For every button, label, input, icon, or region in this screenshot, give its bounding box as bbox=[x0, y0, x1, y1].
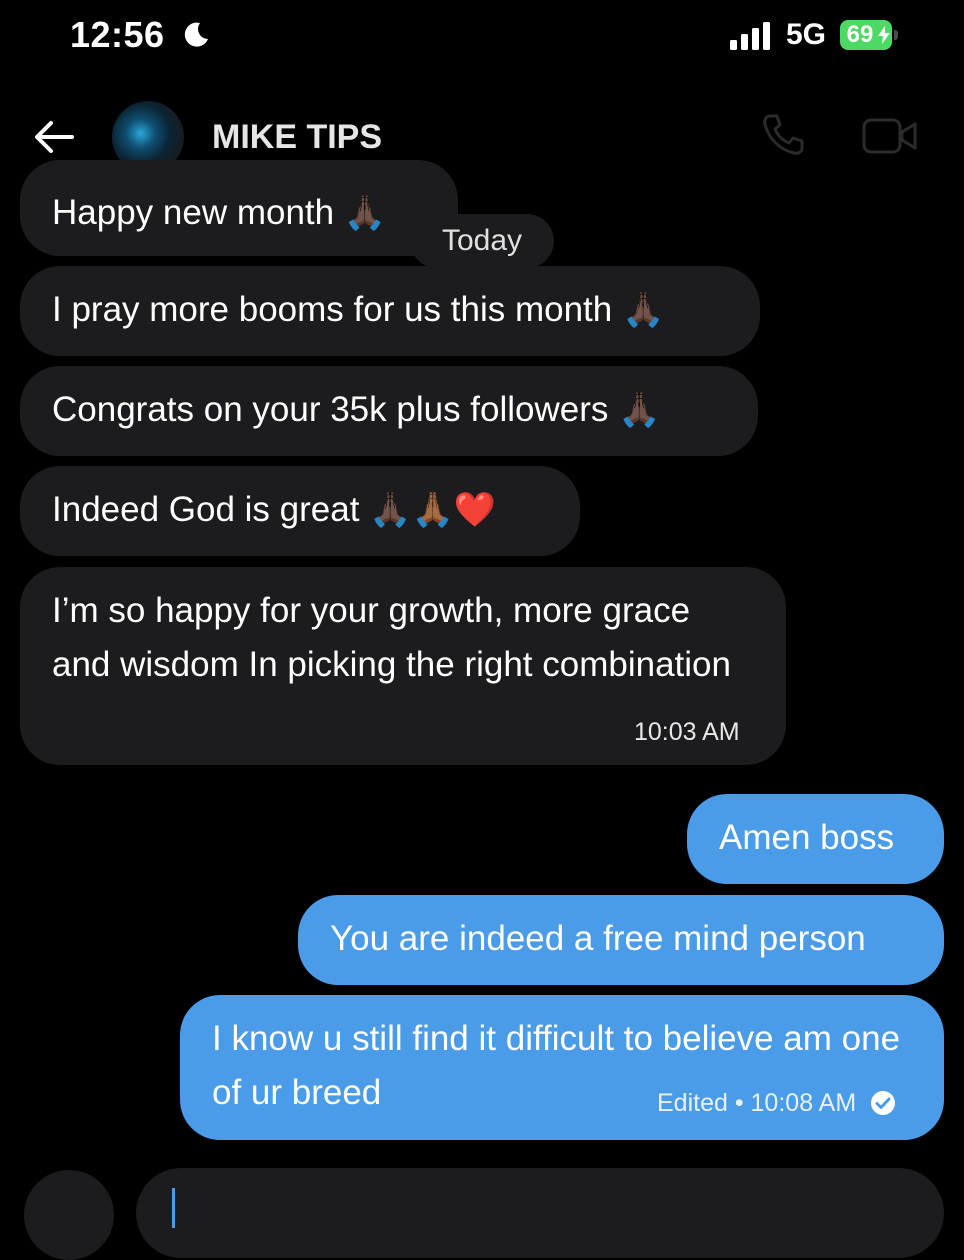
outgoing-message[interactable]: You are indeed a free mind person bbox=[298, 895, 944, 985]
video-call-icon[interactable] bbox=[862, 114, 918, 158]
message-timestamp: 10:03 AM bbox=[634, 718, 740, 746]
message-text: You are indeed a free mind person bbox=[330, 919, 866, 958]
incoming-message[interactable]: Congrats on your 35k plus followers 🙏🏿 bbox=[20, 366, 758, 456]
battery-tip bbox=[894, 30, 898, 40]
network-type: 5G bbox=[786, 18, 827, 51]
contact-name[interactable]: MIKE TIPS bbox=[212, 118, 382, 157]
outgoing-message[interactable]: I know u still find it difficult to beli… bbox=[180, 995, 944, 1140]
cellular-signal-icon bbox=[730, 22, 770, 50]
moon-icon bbox=[184, 22, 208, 47]
attach-button[interactable] bbox=[24, 1170, 114, 1260]
battery-indicator: 69 bbox=[840, 20, 898, 50]
message-meta: Edited • 10:08 AM bbox=[657, 1088, 896, 1118]
read-check-icon bbox=[871, 1091, 896, 1115]
incoming-message[interactable]: Happy new month 🙏🏿 bbox=[20, 160, 458, 256]
message-text: I pray more booms for us this month bbox=[52, 290, 613, 329]
status-time: 12:56 bbox=[70, 14, 165, 55]
date-separator: Today bbox=[410, 214, 554, 268]
incoming-message[interactable]: Indeed God is great 🙏🏿🙏🏾❤️ bbox=[20, 466, 580, 556]
incoming-message[interactable]: I pray more booms for us this month 🙏🏿 bbox=[20, 266, 760, 356]
pray-emoji: 🙏🏿 bbox=[618, 391, 661, 429]
pray-emoji: 🙏🏿 bbox=[343, 194, 387, 232]
text-cursor bbox=[172, 1188, 175, 1228]
message-text: Indeed God is great bbox=[52, 490, 360, 529]
message-text: Happy new month bbox=[52, 193, 335, 232]
message-text: Congrats on your 35k plus followers bbox=[52, 390, 609, 429]
message-text: Amen boss bbox=[719, 818, 895, 857]
incoming-message[interactable]: I’m so happy for your growth, more grace… bbox=[20, 567, 786, 765]
charging-bolt-icon bbox=[878, 26, 890, 44]
emoji-group: 🙏🏿🙏🏾❤️ bbox=[369, 491, 497, 529]
edited-timestamp: Edited • 10:08 AM bbox=[657, 1089, 857, 1117]
outgoing-message[interactable]: Amen boss bbox=[687, 794, 944, 884]
back-arrow-icon[interactable] bbox=[32, 116, 74, 158]
pray-emoji: 🙏🏿 bbox=[621, 291, 665, 329]
message-input[interactable] bbox=[136, 1168, 944, 1258]
phone-icon[interactable] bbox=[760, 112, 806, 158]
battery-level: 69 bbox=[846, 21, 874, 48]
message-text: I’m so happy for your growth, more grace… bbox=[52, 591, 731, 684]
